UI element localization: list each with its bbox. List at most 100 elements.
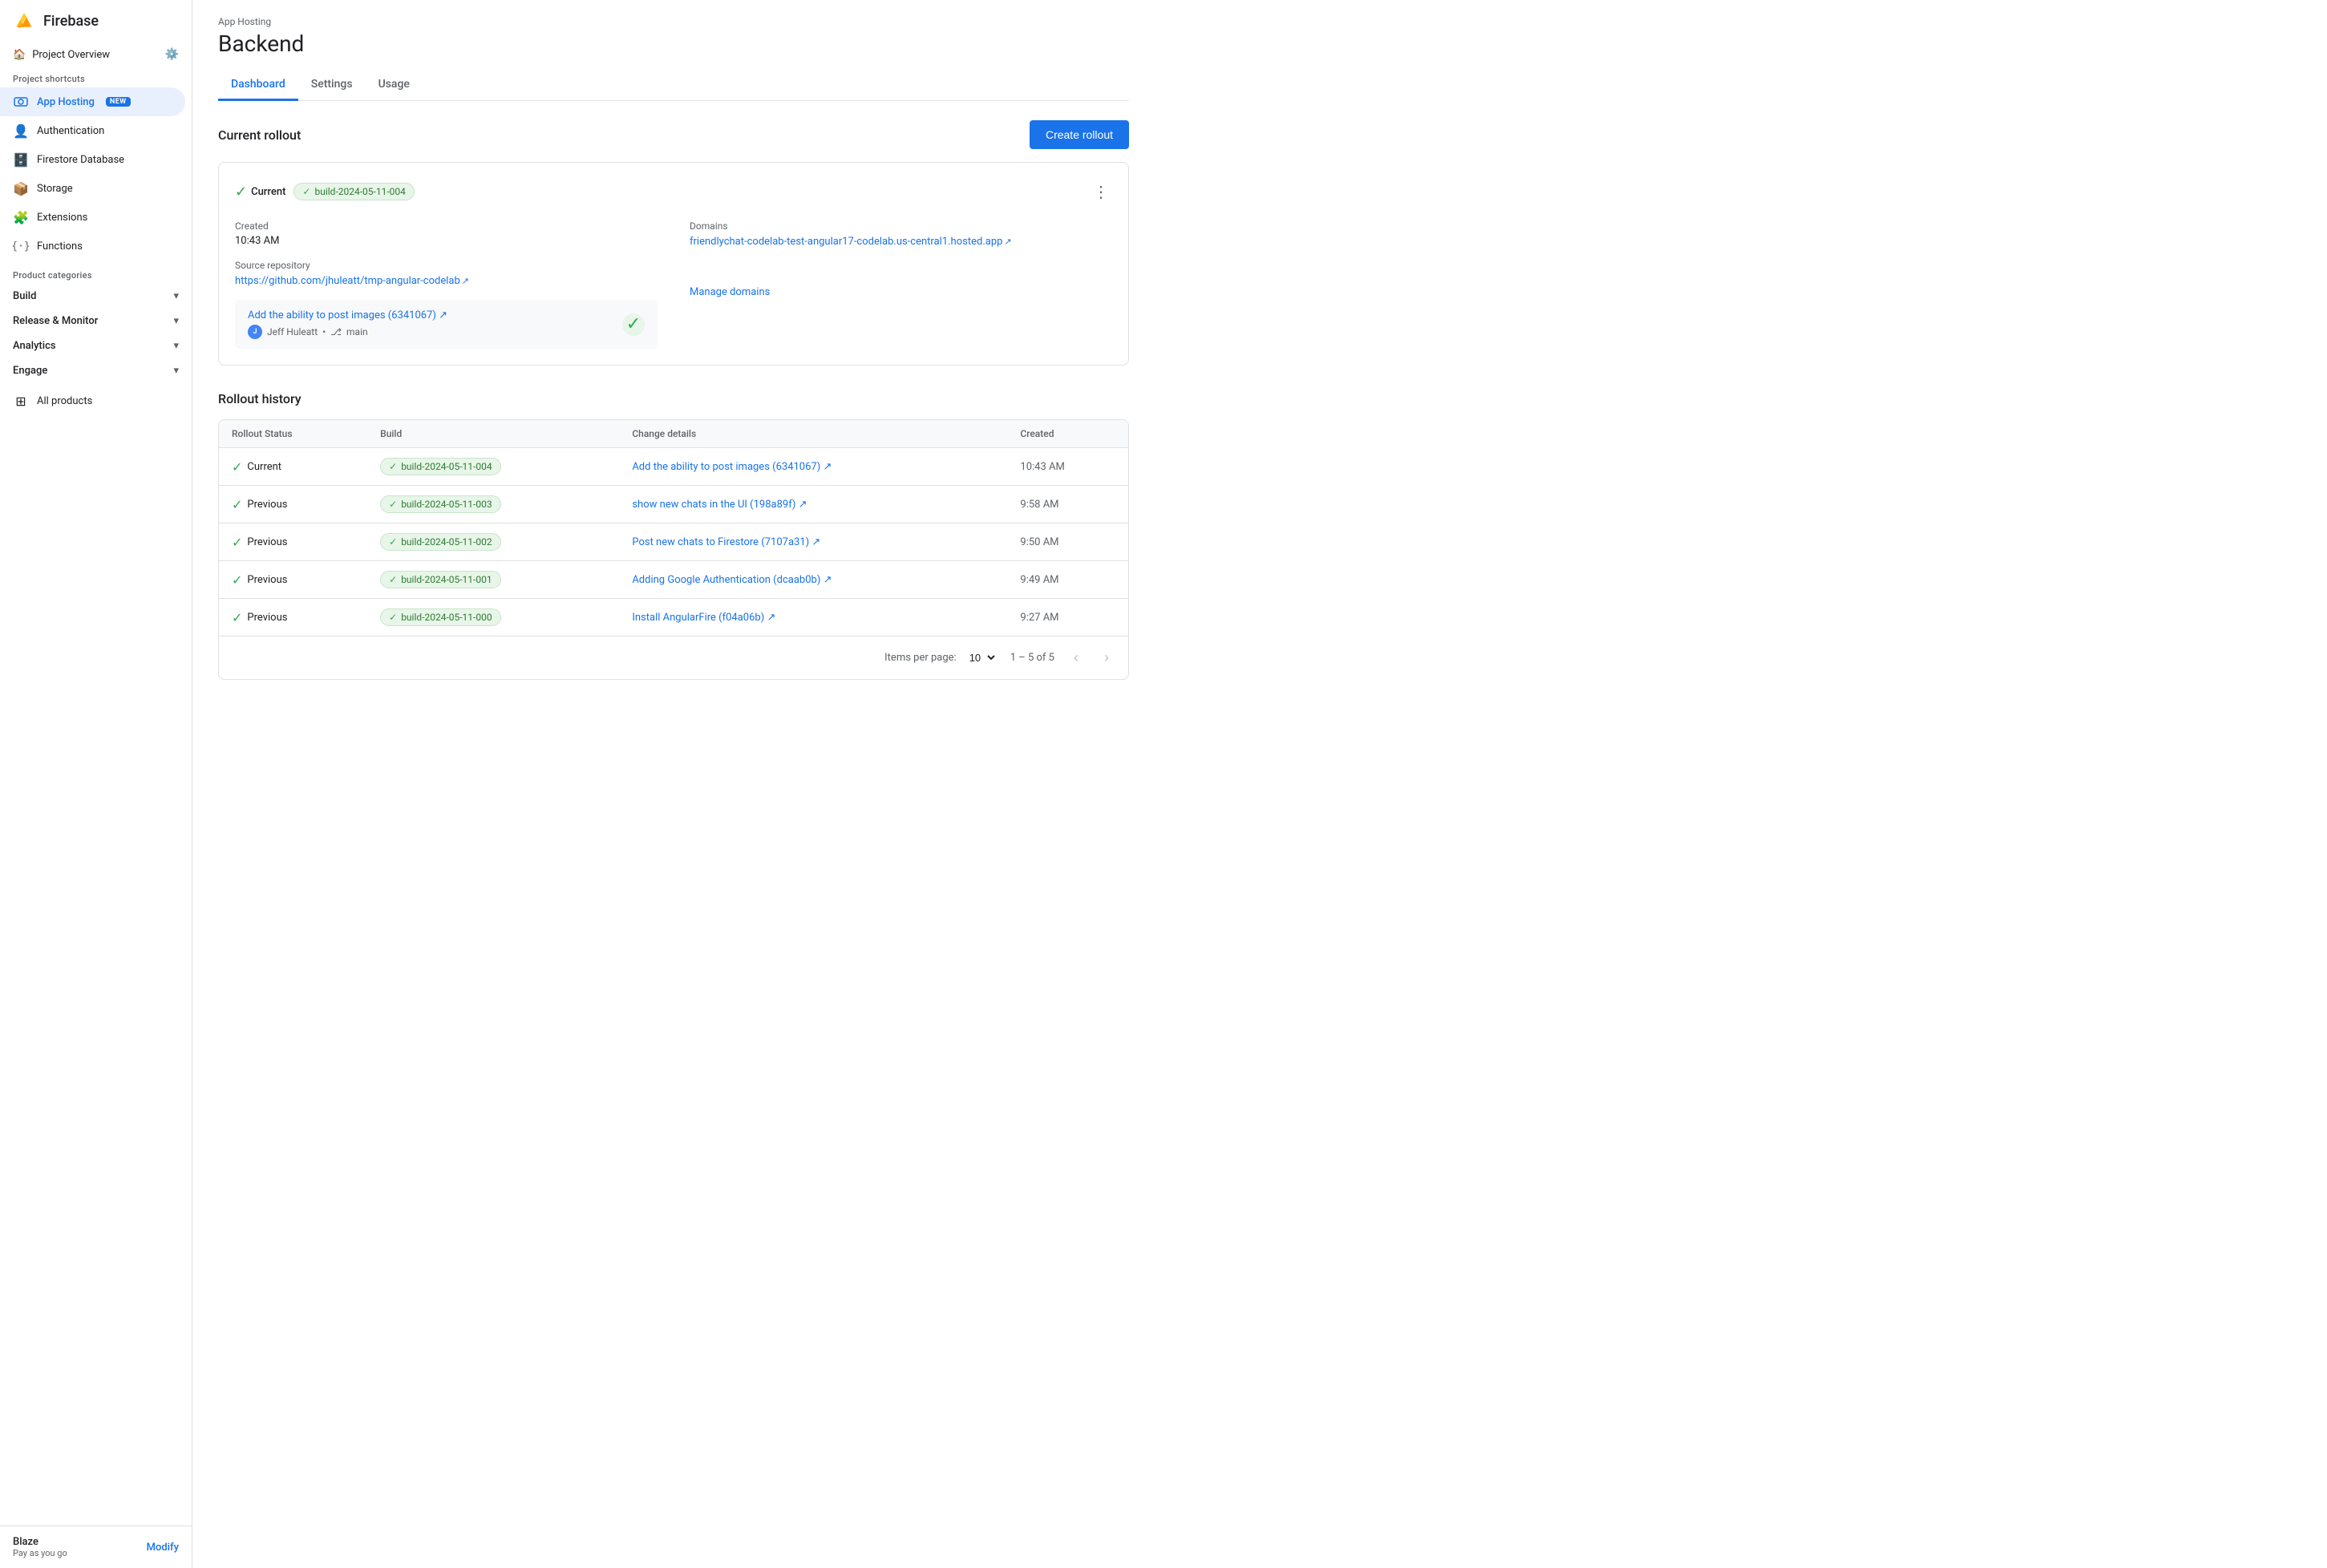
sidebar-item-label: Authentication — [37, 125, 104, 137]
commit-check-icon: ✓ — [622, 313, 645, 336]
table-row: ✓ Previous ✓ build-2024-05-11-003 show n… — [219, 486, 1128, 523]
project-shortcuts-label: Project shortcuts — [0, 67, 192, 87]
row-change-link[interactable]: show new chats in the UI (198a89f) ↗ — [632, 499, 807, 511]
rollout-history-title: Rollout history — [218, 391, 1129, 406]
home-icon: 🏠 — [13, 49, 26, 61]
row-build-text: build-2024-05-11-004 — [401, 461, 492, 472]
row-build-badge: ✓ build-2024-05-11-003 — [380, 495, 500, 513]
sidebar-item-label: Firestore Database — [37, 154, 124, 166]
row-build-text: build-2024-05-11-001 — [401, 574, 492, 585]
rollout-status-badge: ✓ Current — [235, 184, 285, 200]
sidebar-item-app-hosting[interactable]: App Hosting NEW — [0, 87, 185, 116]
row-created: 9:50 AM — [1007, 523, 1128, 561]
col-created: Created — [1007, 420, 1128, 448]
auth-icon: 👤 — [13, 123, 29, 139]
category-engage[interactable]: Engage ▾ — [0, 358, 192, 383]
commit-author: Jeff Huleatt — [267, 326, 318, 337]
sidebar-item-extensions[interactable]: 🧩 Extensions — [0, 203, 185, 232]
rollout-card-header: ✓ Current ✓ build-2024-05-11-004 ⋮ — [235, 179, 1112, 204]
row-build-text: build-2024-05-11-003 — [401, 499, 492, 510]
source-repo-link[interactable]: https://github.com/jhuleatt/tmp-angular-… — [235, 275, 469, 287]
app-name: Firebase — [43, 13, 99, 30]
project-overview-item[interactable]: 🏠 Project Overview ⚙️ — [0, 42, 192, 67]
sidebar-item-authentication[interactable]: 👤 Authentication — [0, 116, 185, 145]
chevron-down-icon: ▾ — [173, 315, 179, 327]
domain-link[interactable]: friendlychat-codelab-test-angular17-code… — [690, 236, 1012, 248]
current-rollout-card: ✓ Current ✓ build-2024-05-11-004 ⋮ Creat… — [218, 162, 1129, 366]
created-label: Created — [235, 220, 658, 232]
table-row: ✓ Previous ✓ build-2024-05-11-001 Adding… — [219, 561, 1128, 599]
plan-name: Blaze — [13, 1536, 67, 1548]
created-time: 10:43 AM — [235, 235, 658, 247]
sidebar-item-label: Functions — [37, 240, 83, 253]
col-status: Rollout Status — [219, 420, 367, 448]
status-cell-3: ✓ Previous — [232, 572, 354, 588]
source-repo-url: https://github.com/jhuleatt/tmp-angular-… — [235, 275, 460, 287]
next-page-button[interactable]: › — [1098, 646, 1115, 669]
green-check-icon: ✓ — [235, 184, 247, 200]
firebase-logo-icon — [13, 10, 35, 32]
sidebar-footer: Blaze Pay as you go Modify — [0, 1526, 192, 1568]
status-cell-0: ✓ Current — [232, 459, 354, 475]
status-cell-1: ✓ Previous — [232, 497, 354, 512]
all-products-icon: ⊞ — [13, 393, 29, 409]
row-change-link[interactable]: Post new chats to Firestore (7107a31) ↗ — [632, 536, 820, 548]
sidebar-item-firestore[interactable]: 🗄️ Firestore Database — [0, 145, 185, 174]
row-build-badge: ✓ build-2024-05-11-004 — [380, 458, 500, 475]
external-link-icon2: ↗ — [1004, 236, 1011, 247]
category-build[interactable]: Build ▾ — [0, 284, 192, 309]
row-created: 9:49 AM — [1007, 561, 1128, 599]
row-status: Previous — [247, 574, 287, 586]
category-engage-label: Engage — [13, 365, 47, 377]
build-check-icon: ✓ — [389, 574, 397, 585]
functions-icon: {·} — [13, 238, 29, 254]
tab-usage[interactable]: Usage — [366, 70, 423, 101]
sidebar-item-functions[interactable]: {·} Functions — [0, 232, 185, 261]
page-title: Backend — [218, 30, 1129, 57]
category-analytics-label: Analytics — [13, 340, 56, 352]
main-content: App Hosting Backend Dashboard Settings U… — [192, 0, 2327, 1568]
tabs-bar: Dashboard Settings Usage — [218, 70, 1129, 101]
items-per-page-label: Items per page: — [884, 652, 957, 664]
sidebar-header: Firebase — [0, 0, 192, 42]
row-created: 9:27 AM — [1007, 599, 1128, 636]
branch-icon: ⎇ — [330, 326, 342, 337]
sidebar-item-label: Extensions — [37, 212, 87, 224]
row-status: Previous — [247, 536, 287, 548]
commit-box: Add the ability to post images (6341067)… — [235, 300, 658, 349]
create-rollout-button[interactable]: Create rollout — [1030, 120, 1129, 149]
row-change-link[interactable]: Add the ability to post images (6341067)… — [632, 461, 832, 473]
tab-dashboard[interactable]: Dashboard — [218, 70, 298, 101]
project-overview-label: Project Overview — [32, 49, 110, 61]
category-release-monitor[interactable]: Release & Monitor ▾ — [0, 309, 192, 333]
commit-link[interactable]: Add the ability to post images (6341067)… — [248, 309, 447, 321]
more-options-button[interactable]: ⋮ — [1090, 179, 1112, 204]
row-status: Current — [247, 461, 281, 473]
storage-icon: 📦 — [13, 180, 29, 196]
row-check-icon: ✓ — [232, 535, 242, 550]
new-badge: NEW — [106, 97, 131, 107]
app-hosting-icon — [13, 94, 29, 110]
gear-icon[interactable]: ⚙️ — [165, 48, 179, 61]
firestore-icon: 🗄️ — [13, 152, 29, 168]
col-change: Change details — [619, 420, 1007, 448]
tab-settings[interactable]: Settings — [298, 70, 366, 101]
row-change-link[interactable]: Install AngularFire (f04a06b) ↗ — [632, 612, 775, 624]
current-rollout-header: Current rollout Create rollout — [218, 120, 1129, 149]
sidebar-item-label: Storage — [37, 183, 73, 195]
per-page-select[interactable]: 10 25 50 — [963, 649, 998, 666]
build-check-icon: ✓ — [389, 536, 397, 548]
sidebar-item-storage[interactable]: 📦 Storage — [0, 174, 185, 203]
category-analytics[interactable]: Analytics ▾ — [0, 333, 192, 358]
row-created: 9:58 AM — [1007, 486, 1128, 523]
manage-domains-link[interactable]: Manage domains — [690, 286, 770, 298]
build-tag-badge: ✓ build-2024-05-11-004 — [293, 183, 414, 200]
sidebar: Firebase 🏠 Project Overview ⚙️ Project s… — [0, 0, 192, 1568]
pagination-info: 1 – 5 of 5 — [1010, 652, 1054, 664]
sidebar-item-all-products[interactable]: ⊞ All products — [0, 386, 185, 415]
commit-title-text: Add the ability to post images (6341067)… — [248, 309, 447, 321]
table-row: ✓ Previous ✓ build-2024-05-11-000 Instal… — [219, 599, 1128, 636]
row-change-link[interactable]: Adding Google Authentication (dcaab0b) ↗ — [632, 574, 832, 586]
modify-button[interactable]: Modify — [147, 1542, 179, 1554]
prev-page-button[interactable]: ‹ — [1067, 646, 1085, 669]
